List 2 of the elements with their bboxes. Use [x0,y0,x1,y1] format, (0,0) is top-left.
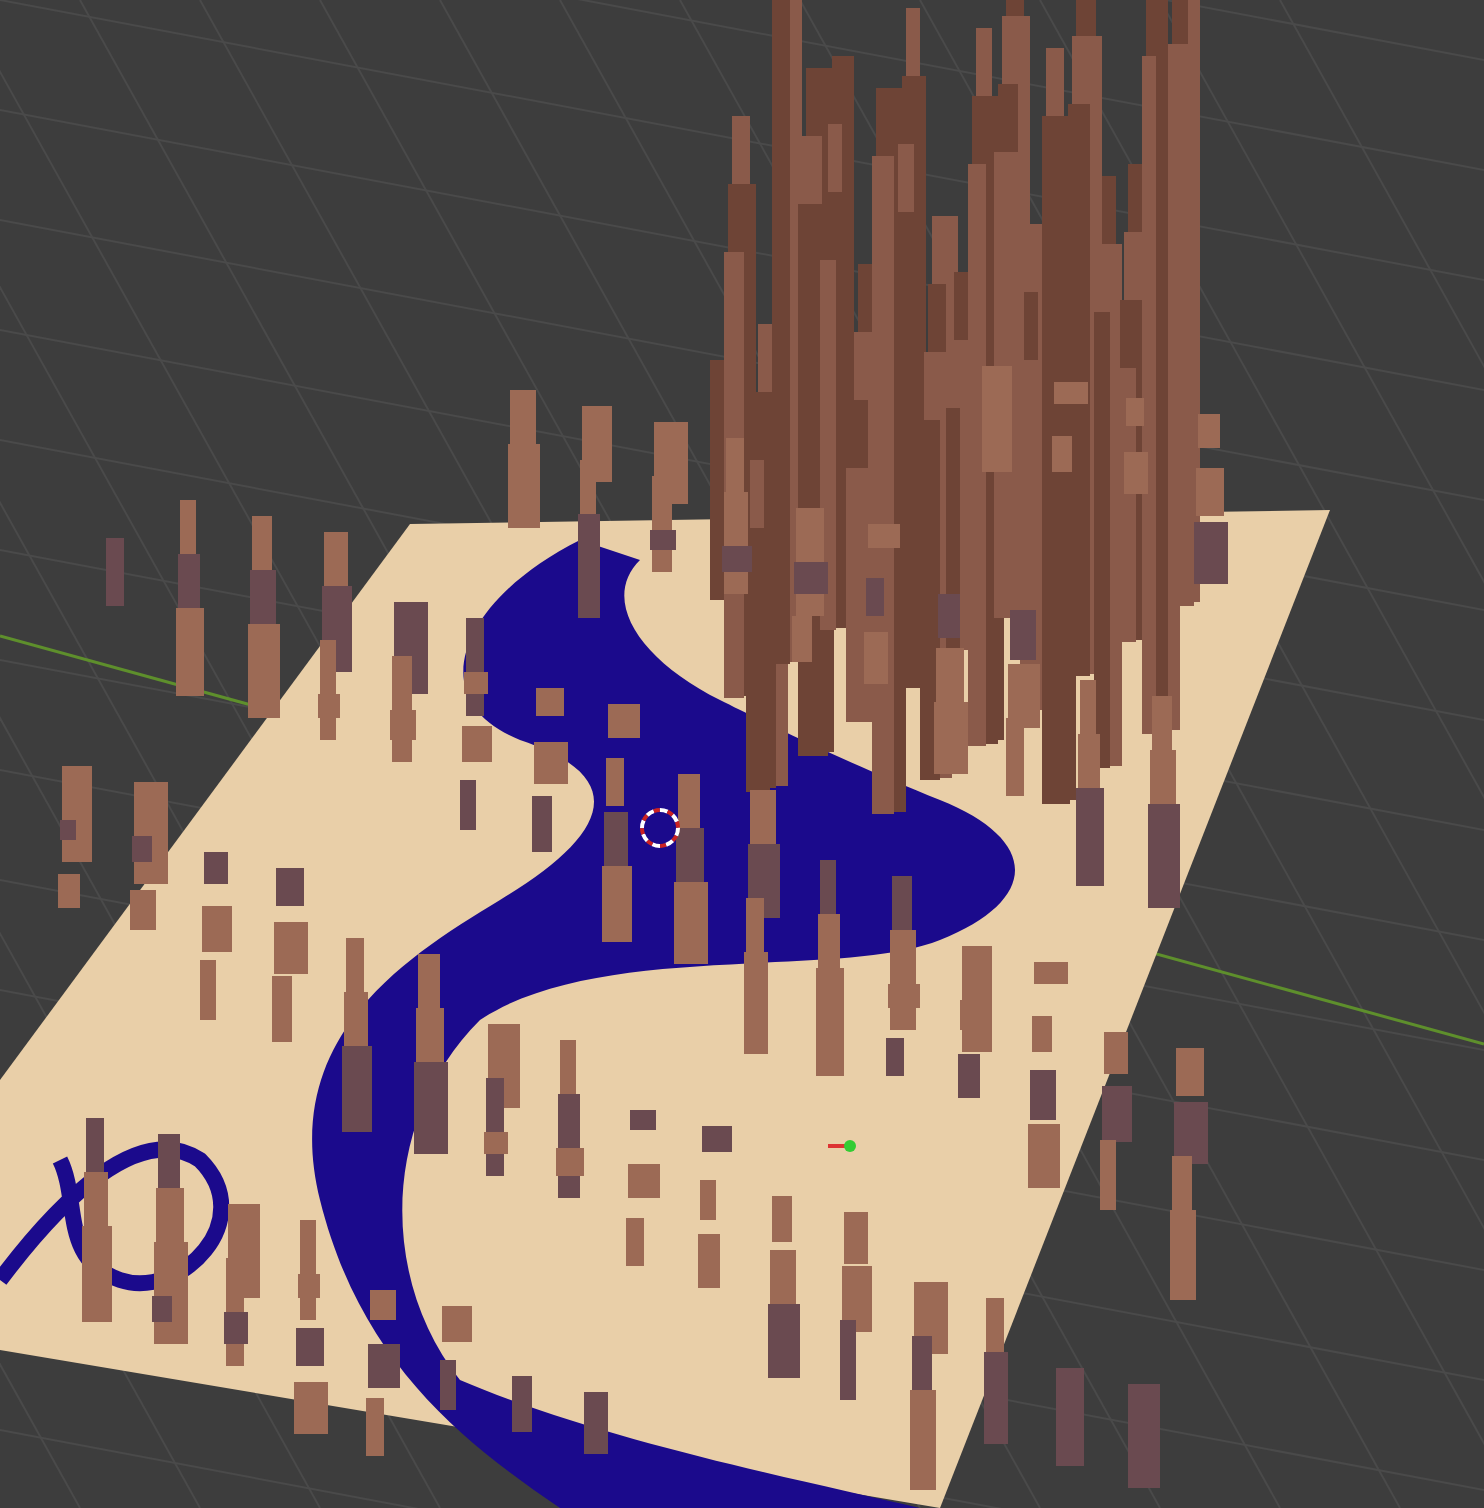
cursor-icon [640,808,680,848]
origin-icon [828,1140,856,1152]
